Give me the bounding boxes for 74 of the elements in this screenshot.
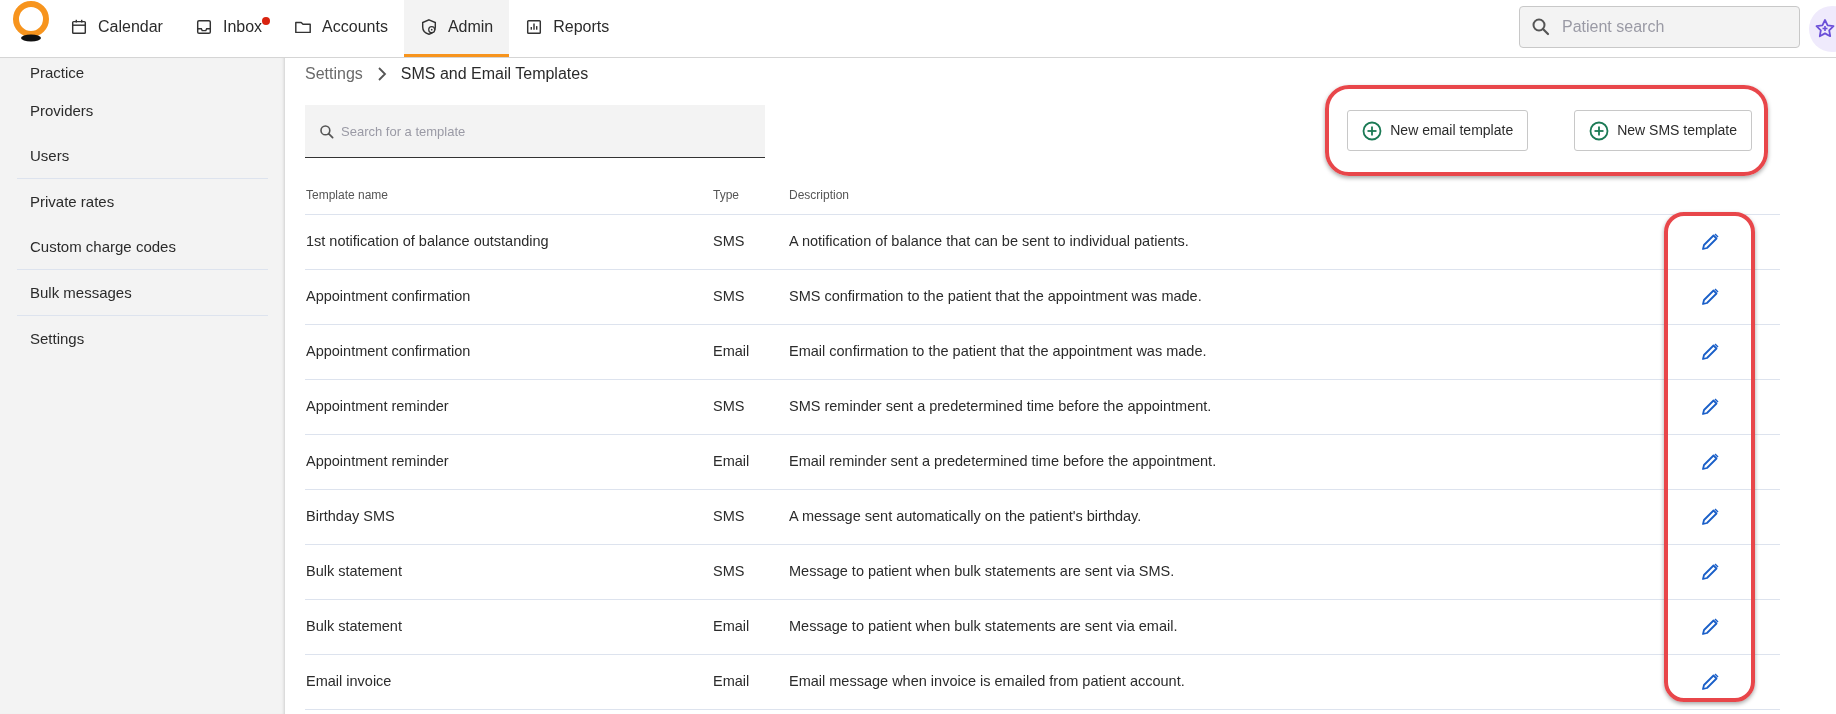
bar-chart-icon [525,18,544,36]
sidebar-item[interactable]: Settings [17,316,268,361]
template-name-cell: Appointment confirmation [305,269,712,324]
edit-button[interactable] [1700,396,1720,417]
new-template-button[interactable]: New SMS template [1574,110,1752,151]
column-header: Template name [305,176,712,214]
breadcrumb-link[interactable]: Settings [305,61,363,86]
template-name-cell: 1st notification of balance outstanding [305,214,712,269]
shield-icon [419,18,438,36]
patient-search-field[interactable]: Patient search [1519,6,1800,48]
template-name-cell: Bulk statement [305,599,712,654]
template-name-cell: Appointment reminder [305,434,712,489]
type-cell: Email [712,599,788,654]
calendar-icon [70,18,88,36]
tray-icon [194,18,213,36]
pencil-icon [1700,286,1720,307]
edit-button[interactable] [1700,341,1720,362]
column-header: Type [712,176,788,214]
nav-tab[interactable]: Accounts [278,0,404,57]
description-cell: Email confirmation to the patient that the appointment was made. [788,324,1665,379]
description-cell: A message sent automatically on the patient's birthday. [788,489,1665,544]
pencil-icon [1700,396,1720,417]
pencil-icon [1700,341,1720,362]
sidebar-item[interactable]: Bulk messages [17,270,268,315]
pencil-icon [1700,671,1720,692]
edit-button[interactable] [1700,451,1720,472]
plus-circle-icon [1362,120,1383,141]
edit-button[interactable] [1700,231,1720,252]
nav-tab[interactable]: Inbox [178,0,279,57]
type-cell: SMS [712,379,788,434]
sidebar-item[interactable]: Practice [17,58,268,88]
template-name-cell: Birthday SMS [305,489,712,544]
new-template-button[interactable]: New email template [1347,110,1529,151]
type-cell: Email [712,654,788,709]
pencil-icon [1700,616,1720,637]
type-cell: SMS [712,489,788,544]
edit-button[interactable] [1700,506,1720,527]
column-header: Description [788,176,1665,214]
star-plus-icon [1814,18,1836,40]
pencil-icon [1700,231,1720,252]
pencil-icon [1700,451,1720,472]
template-name-cell: Email invoice [305,654,712,709]
sidebar-item[interactable]: Users [17,133,268,178]
template-name-cell: Appointment confirmation [305,324,712,379]
description-cell: A notification of balance that can be sent to individual patients. [788,214,1665,269]
edit-button[interactable] [1700,671,1720,692]
description-cell: Message to patient when bulk statements are sent via email. [788,599,1665,654]
description-cell: Message to patient when bulk statements are sent via SMS. [788,544,1665,599]
template-name-cell: Appointment reminder [305,379,712,434]
nav-tab[interactable]: Calendar [54,0,179,57]
template-name-cell: Bulk statement [305,544,712,599]
description-cell: SMS reminder sent a predetermined time before the appointment. [788,379,1665,434]
description-cell: Email message when invoice is emailed from patient account. [788,654,1665,709]
sidebar-item[interactable]: Providers [17,88,268,133]
edit-button[interactable] [1700,286,1720,307]
sidebar-item[interactable]: Custom charge codes [17,224,268,269]
breadcrumb-current: SMS and Email Templates [400,63,589,84]
type-cell: SMS [712,214,788,269]
plus-circle-icon [1589,120,1610,141]
type-cell: Email [712,434,788,489]
pencil-icon [1700,506,1720,527]
description-cell: Email reminder sent a predetermined time before the appointment. [788,434,1665,489]
sidebar-item[interactable]: Private rates [17,179,268,224]
edit-button[interactable] [1700,616,1720,637]
nav-tab[interactable]: Reports [509,0,626,57]
pencil-icon [1700,561,1720,582]
template-search-field[interactable]: Search for a template [305,105,765,158]
type-cell: SMS [712,544,788,599]
edit-button[interactable] [1700,561,1720,582]
chevron-icon [376,66,387,81]
nav-tab[interactable]: Admin [403,0,510,57]
type-cell: SMS [712,269,788,324]
description-cell: SMS confirmation to the patient that the appointment was made. [788,269,1665,324]
type-cell: Email [712,324,788,379]
